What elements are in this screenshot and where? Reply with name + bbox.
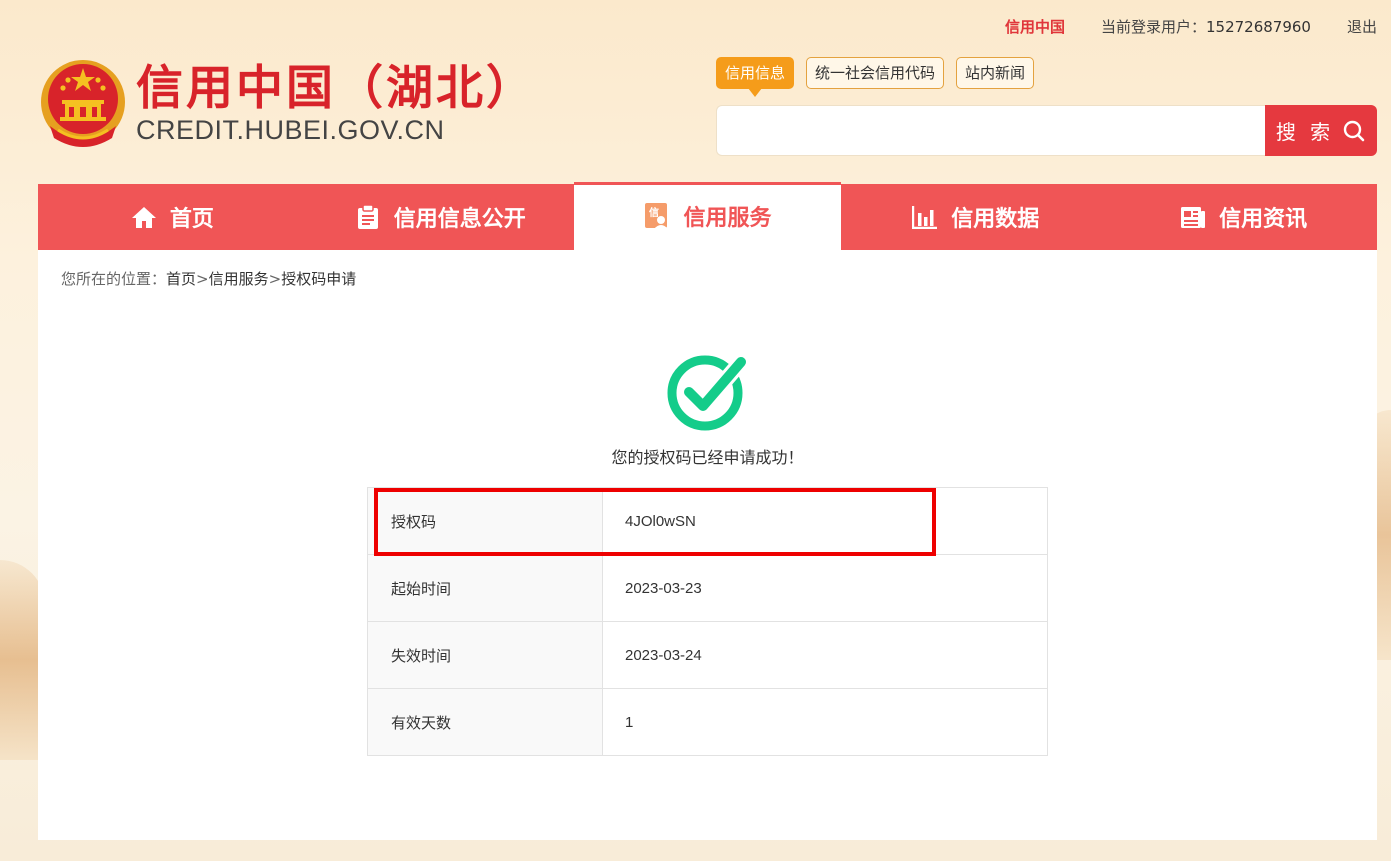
newspaper-icon (1179, 203, 1207, 231)
valid-days-value: 1 (602, 688, 1048, 756)
breadcrumb-separator: > (268, 270, 282, 288)
expire-date-label: 失效时间 (367, 621, 603, 689)
auth-code-label: 授权码 (367, 487, 603, 555)
top-bar: 信用中国 当前登录用户： 15272687960 退出 (1005, 16, 1377, 37)
table-row: 授权码 4JOl0wSN (367, 487, 1048, 555)
start-date-value: 2023-03-23 (602, 554, 1048, 622)
search-button-label: 搜 索 (1275, 120, 1335, 144)
search-icon (1343, 120, 1365, 141)
nav-item-home[interactable]: 首页 (38, 184, 306, 250)
nav-item-label: 首页 (169, 207, 214, 232)
search-bar: 搜 索 (716, 105, 1377, 156)
expire-date-value: 2023-03-24 (602, 621, 1048, 689)
search-button[interactable]: 搜 索 (1265, 105, 1377, 156)
nav-item-credit-news[interactable]: 信用资讯 (1109, 184, 1377, 250)
main-navigation: 首页 信用信息公开 信 信用服务 信用数据 信用资讯 (38, 182, 1377, 250)
clipboard-icon (354, 203, 382, 231)
valid-days-label: 有效天数 (367, 688, 603, 756)
bar-chart-icon (911, 203, 939, 231)
search-tab-credit-code[interactable]: 统一社会信用代码 (806, 57, 945, 89)
logo-title: 信用中国（湖北） (136, 60, 536, 116)
auth-code-info-table: 授权码 4JOl0wSN 起始时间 2023-03-23 失效时间 2023-0… (367, 487, 1048, 756)
success-message: 您的授权码已经申请成功！ (611, 448, 804, 467)
breadcrumb: 您所在的位置：首页>信用服务>授权码申请 (61, 268, 356, 289)
search-type-tabs: 信用信息 统一社会信用代码 站内新闻 (716, 57, 1035, 97)
breadcrumb-separator: > (196, 270, 209, 288)
svg-text:信: 信 (649, 206, 659, 219)
breadcrumb-item-auth-code-apply[interactable]: 授权码申请 (281, 270, 356, 288)
current-user-label: 当前登录用户： (1100, 18, 1206, 36)
logout-link[interactable]: 退出 (1347, 16, 1377, 37)
start-date-label: 起始时间 (367, 554, 603, 622)
main-content: 您所在的位置：首页>信用服务>授权码申请 您的授权码已经申请成功！ 授权码 4J… (38, 250, 1377, 840)
search-tab-credit-info[interactable]: 信用信息 (716, 57, 795, 97)
credit-service-icon: 信 (643, 202, 671, 230)
nav-item-credit-data[interactable]: 信用数据 (841, 184, 1109, 250)
nav-item-credit-service[interactable]: 信 信用服务 (573, 182, 842, 250)
success-check-icon (667, 354, 747, 431)
logo-domain: CREDIT.HUBEI.GOV.CN (136, 114, 445, 145)
nav-item-credit-disclosure[interactable]: 信用信息公开 (306, 184, 574, 250)
breadcrumb-item-home[interactable]: 首页 (166, 270, 196, 288)
nav-item-label: 信用资讯 (1219, 207, 1308, 232)
table-row: 有效天数 1 (367, 688, 1048, 756)
table-row: 起始时间 2023-03-23 (367, 554, 1048, 622)
search-input[interactable] (716, 105, 1265, 156)
nav-item-label: 信用数据 (951, 207, 1040, 232)
auth-code-value: 4JOl0wSN (602, 487, 1048, 555)
search-tab-site-news[interactable]: 站内新闻 (956, 57, 1035, 89)
nav-item-label: 信用信息公开 (393, 207, 526, 232)
site-logo[interactable]: 信用中国（湖北） CREDIT.HUBEI.GOV.CN (38, 56, 536, 150)
breadcrumb-prefix: 您所在的位置： (61, 270, 167, 288)
current-user-phone: 15272687960 (1206, 17, 1311, 36)
nav-item-label: 信用服务 (683, 206, 772, 231)
table-row: 失效时间 2023-03-24 (367, 621, 1048, 689)
national-emblem-icon (41, 60, 125, 147)
credit-china-link[interactable]: 信用中国 (1005, 16, 1065, 37)
home-icon (130, 203, 158, 231)
breadcrumb-item-credit-service[interactable]: 信用服务 (209, 270, 269, 288)
